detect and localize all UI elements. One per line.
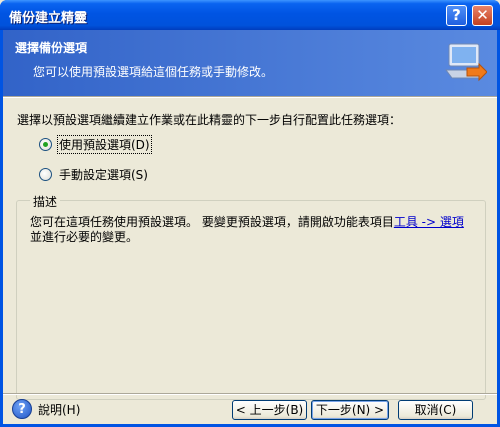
description-legend: 描述 <box>30 193 61 210</box>
title-close-button[interactable]: ✕ <box>472 5 493 26</box>
description-text-after: 並進行必要的變更。 <box>30 230 139 244</box>
option-default[interactable]: 使用預設選項(D) <box>39 135 152 154</box>
title-help-button[interactable]: ? <box>446 5 467 26</box>
header-subtitle: 您可以使用預設選項給這個任務或手動修改。 <box>33 65 274 79</box>
wizard-header: 選擇備份選項 您可以使用預設選項給這個任務或手動修改。 <box>3 30 497 96</box>
radio-default[interactable] <box>39 138 52 151</box>
help-button[interactable]: ? 說明(H) <box>12 399 80 419</box>
help-label[interactable]: 說明(H) <box>38 401 80 418</box>
instruction-text: 選擇以預設選項繼續建立作業或在此精靈的下一步自行配置此任務選項： <box>17 113 402 127</box>
description-text: 您可在這項任務使用預設選項。 要變更預設選項，請開啟功能表項目工具 -> 選項並… <box>30 215 475 245</box>
header-divider <box>3 96 497 98</box>
footer-divider <box>3 393 497 395</box>
title-bar[interactable]: 備份建立精靈 ? ✕ <box>0 0 500 30</box>
wizard-window: 備份建立精靈 ? ✕ 選擇備份選項 您可以使用預設選項給這個任務或手動修改。 選… <box>0 0 500 427</box>
question-icon: ? <box>452 6 461 24</box>
dialog-client: 選擇備份選項 您可以使用預設選項給這個任務或手動修改。 選擇以預設選項繼續建立作… <box>3 30 497 424</box>
computer-arrow-icon <box>445 43 487 82</box>
radio-manual[interactable] <box>39 168 52 181</box>
cancel-button[interactable]: 取消(C) <box>398 400 473 420</box>
option-manual-label[interactable]: 手動設定選項(S) <box>58 166 149 183</box>
back-button[interactable]: < 上一步(B) <box>232 400 307 420</box>
next-button[interactable]: 下一步(N) > <box>311 400 389 420</box>
window-title: 備份建立精靈 <box>9 11 88 26</box>
option-default-label[interactable]: 使用預設選項(D) <box>57 135 152 154</box>
tools-options-link[interactable]: 工具 -> 選項 <box>394 215 464 229</box>
help-icon[interactable]: ? <box>12 399 32 419</box>
description-text-before: 您可在這項任務使用預設選項。 要變更預設選項，請開啟功能表項目 <box>30 215 394 229</box>
header-title: 選擇備份選項 <box>15 41 88 55</box>
option-manual[interactable]: 手動設定選項(S) <box>39 166 149 183</box>
close-icon: ✕ <box>476 6 489 24</box>
